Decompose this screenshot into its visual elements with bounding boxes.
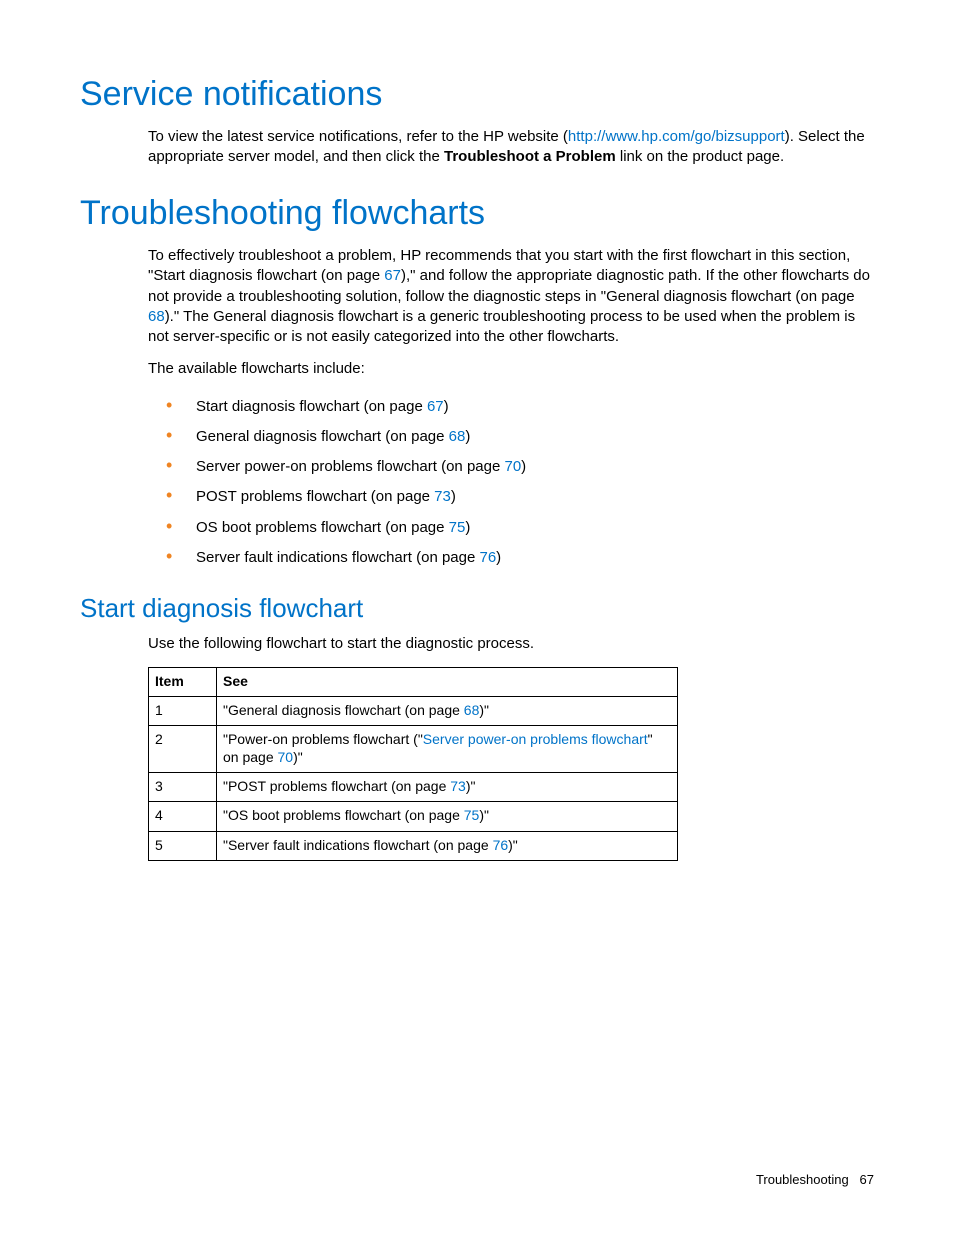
list-item: Server power-on problems flowchart (on p… (182, 452, 874, 482)
text: "Power-on problems flowchart (" (223, 731, 423, 747)
footer-page-number: 67 (860, 1172, 874, 1187)
text: )" (466, 778, 476, 794)
paragraph-start: Use the following flowchart to start the… (148, 634, 874, 654)
text: ) (496, 549, 501, 566)
text: )" (293, 749, 303, 765)
text: )" (508, 837, 518, 853)
link-page[interactable]: 75 (464, 807, 480, 823)
text: General diagnosis flowchart (on page (196, 428, 449, 445)
text: ) (465, 428, 470, 445)
text: ) (444, 398, 449, 415)
link-hp-bizsupport[interactable]: http://www.hp.com/go/bizsupport (568, 128, 785, 145)
list-item: POST problems flowchart (on page 73) (182, 482, 874, 512)
text-troubleshoot-problem: Troubleshoot a Problem (444, 148, 616, 165)
paragraph-service: To view the latest service notifications… (148, 127, 874, 168)
flowchart-list: Start diagnosis flowchart (on page 67) G… (148, 392, 874, 574)
list-item: General diagnosis flowchart (on page 68) (182, 422, 874, 452)
list-item: Server fault indications flowchart (on p… (182, 543, 874, 573)
paragraph-available-flowcharts: The available flowcharts include: (148, 359, 874, 379)
heading-service-notifications: Service notifications (80, 74, 874, 115)
text: "General diagnosis flowchart (on page (223, 702, 464, 718)
table-row: 1 "General diagnosis flowchart (on page … (149, 696, 678, 725)
link-page[interactable]: 73 (434, 488, 451, 505)
text: "OS boot problems flowchart (on page (223, 807, 464, 823)
th-item: Item (149, 667, 217, 696)
text: ) (521, 458, 526, 475)
link-page[interactable]: 67 (427, 398, 444, 415)
section-service-body: To view the latest service notifications… (80, 127, 874, 168)
text: link on the product page. (616, 148, 784, 165)
text: ) (465, 519, 470, 536)
text: )." The General diagnosis flowchart is a… (148, 308, 855, 345)
text: )" (479, 702, 489, 718)
th-see: See (217, 667, 678, 696)
link-page[interactable]: 75 (449, 519, 466, 536)
text: "POST problems flowchart (on page (223, 778, 450, 794)
table-header-row: Item See (149, 667, 678, 696)
table-row: 2 "Power-on problems flowchart ("Server … (149, 725, 678, 772)
link-page[interactable]: 68 (464, 702, 480, 718)
cell-see: "Server fault indications flowchart (on … (217, 831, 678, 860)
footer-section: Troubleshooting (756, 1172, 849, 1187)
page-footer: Troubleshooting 67 (756, 1172, 874, 1187)
text: Server power-on problems flowchart (on p… (196, 458, 504, 475)
reference-table: Item See 1 "General diagnosis flowchart … (148, 667, 678, 861)
list-item: OS boot problems flowchart (on page 75) (182, 513, 874, 543)
section-start-body: Use the following flowchart to start the… (80, 634, 874, 861)
text: ) (451, 488, 456, 505)
list-item: Start diagnosis flowchart (on page 67) (182, 392, 874, 422)
cell-item: 3 (149, 773, 217, 802)
heading-start-diagnosis: Start diagnosis flowchart (80, 593, 874, 624)
cell-see: "Power-on problems flowchart ("Server po… (217, 725, 678, 772)
cell-see: "OS boot problems flowchart (on page 75)… (217, 802, 678, 831)
link-page[interactable]: 70 (278, 749, 294, 765)
cell-item: 2 (149, 725, 217, 772)
link-page[interactable]: 70 (504, 458, 521, 475)
table-row: 5 "Server fault indications flowchart (o… (149, 831, 678, 860)
link-page-68[interactable]: 68 (148, 308, 165, 325)
link-page[interactable]: 68 (449, 428, 466, 445)
text: To view the latest service notifications… (148, 128, 568, 145)
cell-item: 1 (149, 696, 217, 725)
cell-see: "General diagnosis flowchart (on page 68… (217, 696, 678, 725)
link-page[interactable]: 76 (493, 837, 509, 853)
table-row: 4 "OS boot problems flowchart (on page 7… (149, 802, 678, 831)
text: Server fault indications flowchart (on p… (196, 549, 479, 566)
table-row: 3 "POST problems flowchart (on page 73)" (149, 773, 678, 802)
paragraph-trouble-intro: To effectively troubleshoot a problem, H… (148, 246, 874, 347)
page: Service notifications To view the latest… (0, 0, 954, 1235)
text: OS boot problems flowchart (on page (196, 519, 449, 536)
link-server-poweron[interactable]: Server power-on problems flowchart (423, 731, 648, 747)
text: POST problems flowchart (on page (196, 488, 434, 505)
cell-see: "POST problems flowchart (on page 73)" (217, 773, 678, 802)
cell-item: 4 (149, 802, 217, 831)
cell-item: 5 (149, 831, 217, 860)
text: "Server fault indications flowchart (on … (223, 837, 493, 853)
link-page[interactable]: 76 (479, 549, 496, 566)
section-trouble-body: To effectively troubleshoot a problem, H… (80, 246, 874, 573)
link-page[interactable]: 73 (450, 778, 466, 794)
text: Start diagnosis flowchart (on page (196, 398, 427, 415)
link-page-67[interactable]: 67 (384, 267, 401, 284)
text: )" (479, 807, 489, 823)
heading-troubleshooting-flowcharts: Troubleshooting flowcharts (80, 193, 874, 234)
